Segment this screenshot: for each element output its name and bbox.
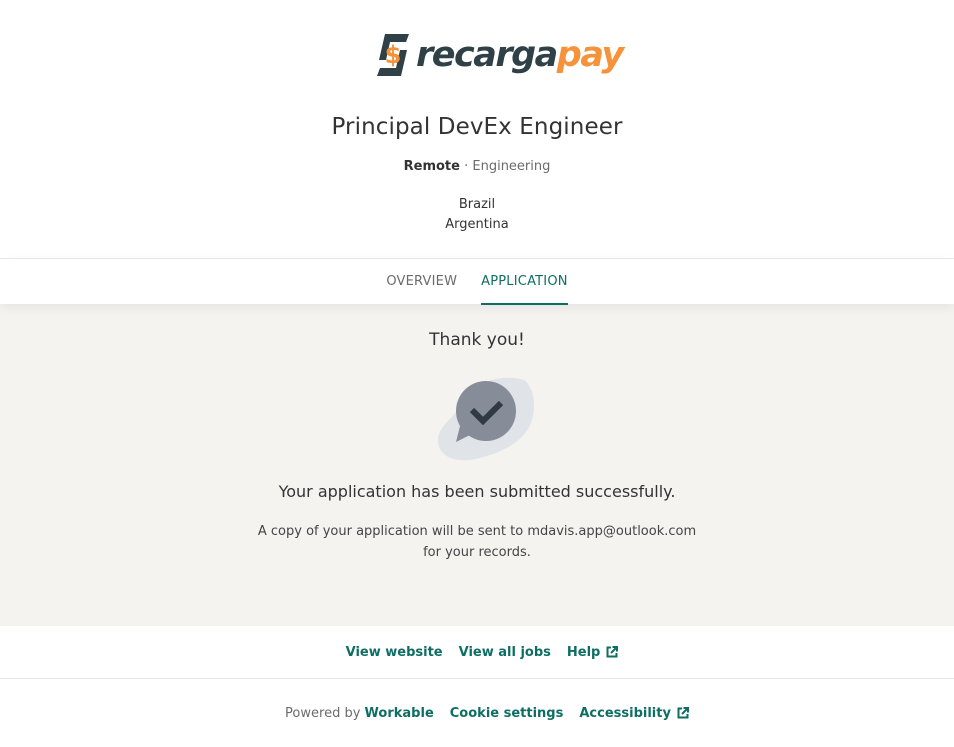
job-tabs: OVERVIEW APPLICATION [0, 258, 954, 305]
svg-text:$: $ [385, 41, 402, 69]
tab-overview[interactable]: OVERVIEW [386, 259, 457, 305]
location-item: Brazil [458, 197, 496, 212]
success-message: Your application has been submitted succ… [278, 482, 676, 501]
external-link-icon [677, 707, 689, 719]
location-item: Argentina [445, 217, 509, 232]
logo-text-accent: pay [556, 35, 624, 75]
copy-notice-line: A copy of your application will be sent … [257, 524, 697, 539]
cookie-settings-link[interactable]: Cookie settings [450, 706, 564, 721]
accessibility-link[interactable]: Accessibility [579, 706, 689, 721]
department: Engineering [472, 159, 551, 174]
recargapay-logo-icon: $ [377, 34, 409, 76]
workable-link[interactable]: Workable [365, 706, 434, 721]
view-all-jobs-link[interactable]: View all jobs [459, 645, 551, 660]
view-website-label: View website [345, 644, 443, 660]
chat-check-icon [438, 377, 534, 461]
view-all-jobs-label: View all jobs [458, 644, 551, 660]
view-website-link[interactable]: View website [346, 645, 443, 660]
logo-text-primary: recarga [416, 35, 558, 75]
powered-by: Powered by Workable [285, 706, 434, 721]
logo-wordmark: recargapay [416, 30, 624, 80]
powered-by-bar: Powered by Workable Cookie settings Acce… [0, 679, 954, 747]
help-label: Help [566, 644, 601, 660]
accessibility-label: Accessibility [579, 705, 671, 721]
confirmation-panel: Thank you! Your application has been sub… [0, 304, 954, 626]
job-header: $ recargapay Principal DevEx Engineer Re… [0, 0, 954, 258]
meta-separator: · [459, 159, 473, 174]
workplace-type: Remote [403, 159, 460, 174]
powered-by-label: Powered by [285, 705, 361, 721]
job-meta: Remote · Engineering [0, 159, 954, 174]
help-link[interactable]: Help [566, 644, 619, 660]
copy-notice-line: for your records. [423, 545, 531, 560]
copy-notice: A copy of your application will be sent … [0, 521, 954, 563]
job-title: Principal DevEx Engineer [331, 114, 623, 140]
job-locations: Brazil Argentina [0, 195, 954, 235]
thank-you-heading: Thank you! [429, 330, 525, 350]
tab-application[interactable]: APPLICATION [481, 259, 568, 305]
footer-links: View website View all jobs Help [0, 626, 954, 679]
external-link-icon [606, 646, 619, 658]
company-logo[interactable]: $ recargapay [373, 30, 624, 80]
